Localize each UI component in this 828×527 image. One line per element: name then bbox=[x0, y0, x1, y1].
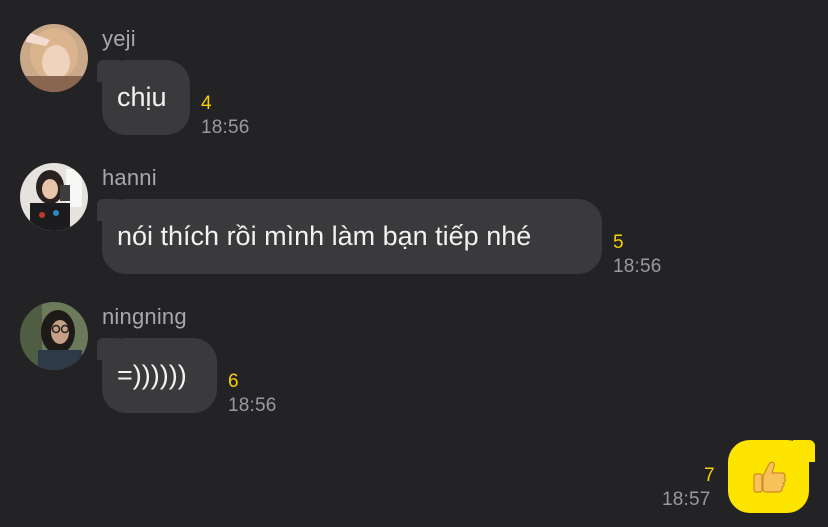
my-message-bubble[interactable] bbox=[728, 440, 815, 513]
message-text: chịu bbox=[117, 82, 167, 112]
bubble-tail bbox=[97, 338, 119, 360]
message-bubble[interactable]: =)))))) bbox=[97, 338, 217, 413]
sender-name: yeji bbox=[102, 26, 136, 51]
avatar[interactable] bbox=[20, 163, 88, 231]
message-text: nói thích rồi mình làm bạn tiếp nhé bbox=[117, 221, 532, 251]
bubble-tail bbox=[793, 440, 815, 462]
unread-count: 4 bbox=[201, 93, 212, 114]
avatar-image bbox=[20, 24, 88, 92]
message-bubble[interactable]: chịu bbox=[97, 60, 190, 135]
message-time: 18:57 bbox=[662, 489, 711, 510]
message-text: =)))))) bbox=[117, 360, 187, 390]
thumbs-up-emoji-icon bbox=[752, 461, 786, 493]
sender-name: hanni bbox=[102, 165, 157, 190]
bubble-tail bbox=[97, 199, 119, 221]
avatar[interactable] bbox=[20, 302, 88, 370]
avatar-image bbox=[20, 163, 88, 231]
sender-name: ningning bbox=[102, 304, 187, 329]
unread-count: 6 bbox=[228, 371, 239, 392]
message-time: 18:56 bbox=[201, 117, 250, 138]
unread-count: 7 bbox=[704, 465, 715, 486]
message-bubble[interactable]: nói thích rồi mình làm bạn tiếp nhé bbox=[97, 199, 602, 274]
avatar[interactable] bbox=[20, 24, 88, 92]
avatar-image bbox=[20, 302, 88, 370]
message-time: 18:56 bbox=[613, 256, 662, 277]
message-time: 18:56 bbox=[228, 395, 277, 416]
unread-count: 5 bbox=[613, 232, 624, 253]
bubble-tail bbox=[97, 60, 119, 82]
